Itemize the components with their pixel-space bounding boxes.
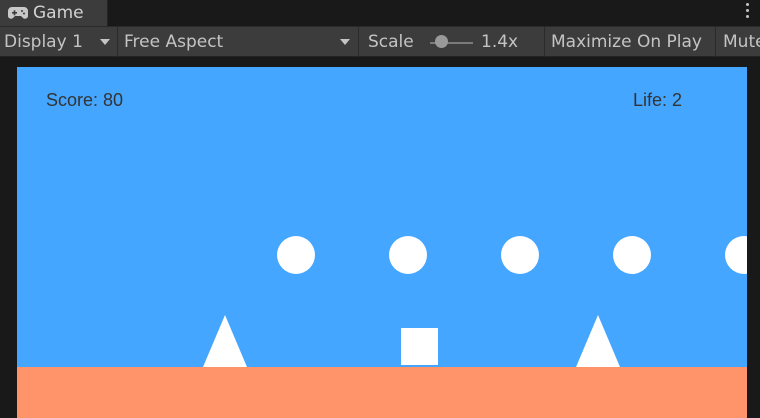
display-dropdown-label: Display 1	[4, 32, 83, 52]
game-view-toolbar: Display 1 Free Aspect Scale 1.4x Maximiz…	[0, 26, 760, 57]
aspect-dropdown[interactable]: Free Aspect	[118, 27, 359, 57]
chevron-down-icon	[340, 39, 350, 45]
maximize-on-play-button[interactable]: Maximize On Play	[545, 27, 716, 57]
coin	[277, 236, 315, 274]
scale-label: Scale	[368, 32, 414, 52]
score-text: Score: 80	[46, 90, 124, 110]
player-square	[401, 328, 438, 365]
ground	[17, 367, 747, 418]
life-text: Life: 2	[633, 90, 683, 110]
tab-game[interactable]: Game	[0, 0, 108, 26]
display-dropdown[interactable]: Display 1	[0, 27, 118, 57]
coin	[501, 236, 539, 274]
tab-bar: Game	[0, 0, 760, 26]
scale-value: 1.4x	[481, 32, 519, 52]
chevron-down-icon	[100, 39, 110, 45]
game-viewport: Score: 80 Life: 2	[0, 57, 760, 418]
maximize-on-play-label: Maximize On Play	[551, 32, 702, 52]
coin	[725, 236, 747, 274]
more-options-icon[interactable]	[746, 3, 750, 21]
aspect-dropdown-label: Free Aspect	[124, 32, 224, 52]
tab-game-label: Game	[33, 3, 84, 23]
coin	[389, 236, 427, 274]
gamepad-icon	[8, 7, 28, 19]
scale-slider-handle[interactable]	[435, 35, 448, 48]
spike-obstacle	[203, 315, 247, 367]
mute-audio-label: Mute	[723, 32, 760, 52]
spike-obstacle	[576, 315, 620, 367]
game-canvas[interactable]: Score: 80 Life: 2	[17, 67, 747, 418]
coin	[613, 236, 651, 274]
mute-audio-button[interactable]: Mute	[716, 27, 760, 57]
